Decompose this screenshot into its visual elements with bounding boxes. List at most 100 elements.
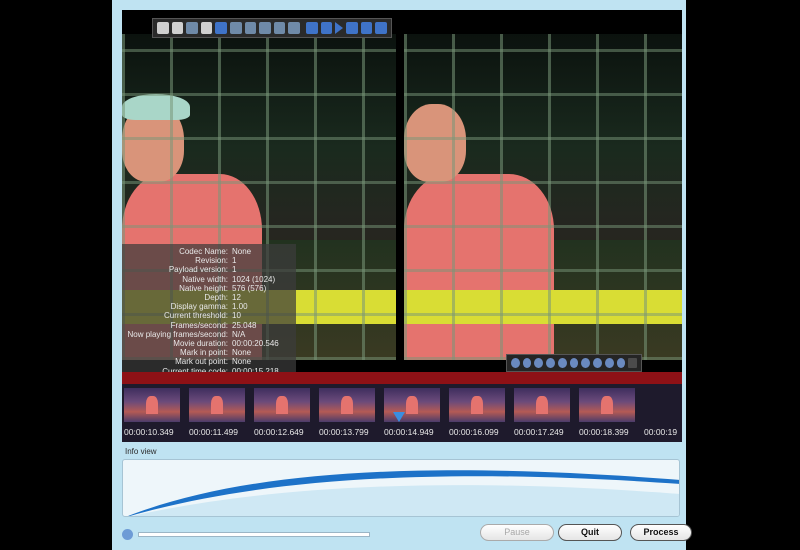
info-label: Native height: <box>179 283 228 293</box>
arrow-left-icon[interactable] <box>581 358 591 368</box>
timeline-thumbnail[interactable] <box>449 388 505 422</box>
info-value: 12 <box>232 293 241 303</box>
info-label: Codec Name: <box>179 247 228 256</box>
info-label: Current threshold: <box>163 311 228 321</box>
zoom-out-icon[interactable] <box>522 358 532 368</box>
timecode-label: 00:00:12.649 <box>254 427 304 437</box>
timecode-label: 00:00:13.799 <box>319 427 369 437</box>
info-label: Frames/second: <box>170 320 228 330</box>
zoom-toolbar <box>506 354 642 372</box>
timecode-label: 00:00:16.099 <box>449 427 499 437</box>
timecode-label: 00:00:19 <box>644 427 678 437</box>
info-label: Mark in point: <box>179 348 228 358</box>
skip-end-icon[interactable] <box>375 22 387 34</box>
info-view-box <box>122 459 680 517</box>
info-row: Current threshold: 10 <box>122 311 296 320</box>
info-label: Now playing frames/second: <box>127 329 229 339</box>
info-view-panel: Info view <box>122 447 682 517</box>
frame-icon[interactable] <box>171 22 184 34</box>
info-row: Frames/second: 25.048 <box>122 321 296 330</box>
folder-icon[interactable] <box>157 22 169 34</box>
timecode-label: 00:00:17.249 <box>514 427 564 437</box>
timecode-label: 00:00:11.499 <box>189 427 238 437</box>
timeline-timecodes: 00:00:10.349 00:00:11.499 00:00:12.649 00:0… <box>124 427 709 437</box>
process-button[interactable]: Process <box>630 524 692 541</box>
info-label: Depth: <box>204 293 228 303</box>
movie-info-overlay: Codec Name: None Revision: 1 Payload version… <box>122 244 296 384</box>
info-row: Revision: 1 <box>122 256 296 265</box>
zoom-fit-icon[interactable] <box>534 358 544 368</box>
quit-button[interactable]: Quit <box>558 524 622 541</box>
info-value: 1024 (1024) <box>232 274 276 284</box>
info-view-wave-decoration <box>128 470 679 516</box>
timeline-thumbnail[interactable] <box>579 388 635 422</box>
processed-video-pane[interactable] <box>404 10 682 360</box>
split-icon[interactable] <box>186 22 198 34</box>
player-toolbar <box>152 18 392 38</box>
info-row: Now playing frames/second: N/A <box>122 330 296 339</box>
timeline-thumbnail[interactable] <box>254 388 310 422</box>
monitor-icon[interactable] <box>288 22 300 34</box>
bottom-bar: Pause Quit Process <box>122 520 692 548</box>
status-indicator <box>122 529 133 540</box>
info-value: None <box>232 247 252 256</box>
pause-button[interactable]: Pause <box>480 524 554 541</box>
minus-icon[interactable] <box>616 358 626 368</box>
info-value: 1.00 <box>232 302 248 312</box>
video-workspace: Codec Name: None Revision: 1 Payload version… <box>122 10 682 442</box>
zoom-out-icon[interactable] <box>244 22 257 34</box>
trash-icon[interactable] <box>628 358 638 368</box>
stop-icon[interactable] <box>346 22 358 34</box>
timecode-label: 00:00:10.349 <box>124 427 174 437</box>
info-row: Depth: 12 <box>122 293 296 302</box>
step-forward-icon[interactable] <box>360 22 373 34</box>
arrow-right-icon[interactable] <box>593 358 602 368</box>
info-row: Mark in point: None <box>122 348 296 357</box>
info-row: Mark out point: None <box>122 357 296 366</box>
move-icon[interactable] <box>259 22 271 34</box>
timeline-thumbnail[interactable] <box>189 388 245 422</box>
timeline[interactable]: 00:00:10.349 00:00:11.499 00:00:12.649 00:0… <box>122 372 682 442</box>
info-row: Display gamma: 1.00 <box>122 302 296 311</box>
info-label: Display gamma: <box>170 302 228 312</box>
skip-start-icon[interactable] <box>305 22 318 34</box>
net-overlay <box>404 34 682 360</box>
info-value: 576 (576) <box>232 283 267 293</box>
info-value: 25.048 <box>232 320 257 330</box>
compare-icon[interactable] <box>200 22 213 34</box>
info-label: Payload version: <box>168 265 228 275</box>
app-window: Codec Name: None Revision: 1 Payload version… <box>112 0 692 550</box>
info-row: Movie duration: 00:00:20.546 <box>122 339 296 348</box>
info-label: Revision: <box>195 256 228 266</box>
refresh-icon[interactable] <box>215 22 227 34</box>
timecode-label: 00:00:14.949 <box>384 427 434 437</box>
timeline-thumbnail[interactable] <box>514 388 570 422</box>
timeline-thumbnail[interactable] <box>319 388 375 422</box>
info-value: 1 <box>232 265 237 275</box>
timeline-thumbnail[interactable] <box>124 388 180 422</box>
info-row: Payload version: 1 <box>122 265 296 274</box>
zoom-in-icon[interactable] <box>511 358 520 368</box>
info-value: None <box>232 357 252 367</box>
plus-icon[interactable] <box>604 358 614 368</box>
zoom-actual-icon[interactable] <box>546 358 555 368</box>
timecode-label: 00:00:18.399 <box>579 427 629 437</box>
playhead-marker[interactable] <box>393 412 405 422</box>
zoom-in-icon[interactable] <box>229 22 242 34</box>
zoom-region-icon[interactable] <box>569 358 579 368</box>
info-value: 10 <box>232 311 241 321</box>
info-label: Movie duration: <box>173 339 228 349</box>
info-row: Native width: 1024 (1024) <box>122 275 296 284</box>
play-icon[interactable] <box>335 22 344 34</box>
info-view-label: Info view <box>125 447 157 456</box>
fit-icon[interactable] <box>273 22 286 34</box>
info-value: None <box>232 348 252 358</box>
step-back-icon[interactable] <box>320 22 333 34</box>
zoom-100-icon[interactable] <box>557 358 567 368</box>
timeline-range-bar[interactable] <box>122 372 682 384</box>
info-value: 00:00:20.546 <box>232 339 279 349</box>
desktop-background: Codec Name: None Revision: 1 Payload version… <box>0 0 800 550</box>
info-row: Native height: 576 (576) <box>122 284 296 293</box>
info-row: Codec Name: None <box>122 247 296 256</box>
processed-video-frame <box>404 34 682 360</box>
